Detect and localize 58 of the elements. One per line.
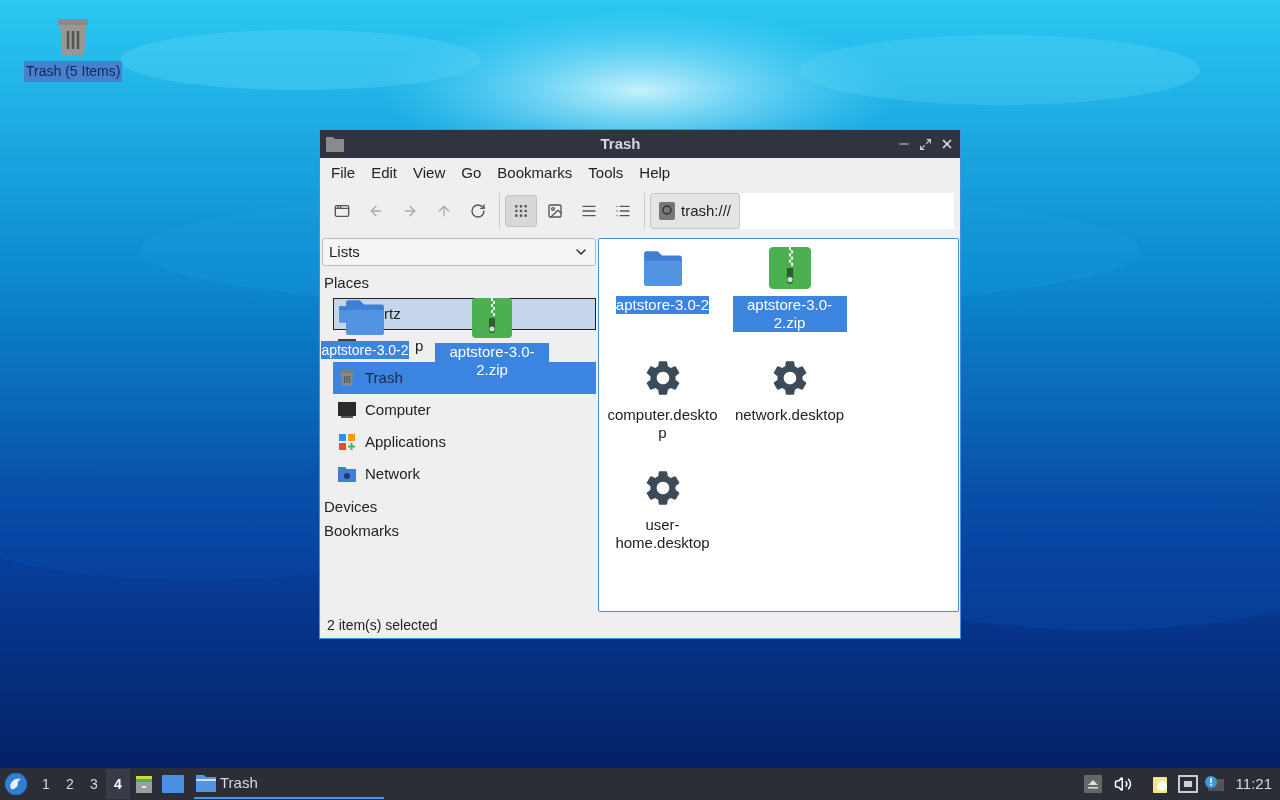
place-item[interactable]: Network [365, 462, 420, 486]
workspace-button[interactable]: 3 [82, 769, 106, 799]
apps-icon [337, 432, 357, 452]
menu-item[interactable]: Edit [363, 157, 406, 189]
menu-item[interactable]: Bookmarks [489, 157, 581, 189]
section-heading: Bookmarks [323, 521, 401, 538]
lines-icon [581, 203, 597, 219]
file-name[interactable]: network.desktop [734, 406, 845, 424]
back-arrow-icon [368, 203, 384, 219]
file-name[interactable]: computer.desktop [605, 406, 720, 442]
view-mode-button[interactable] [505, 195, 537, 227]
status-text: 2 item(s) selected [327, 615, 438, 635]
forward-arrow-icon [402, 203, 418, 219]
image-icon [547, 203, 563, 219]
archive-icon [768, 247, 811, 289]
section-heading: Devices [323, 497, 379, 514]
window-title: Trash [599, 133, 642, 154]
place-item[interactable]: p [415, 334, 424, 358]
volume-icon[interactable] [1113, 775, 1132, 793]
file-name[interactable]: aptstore-3.0-2 [615, 296, 710, 314]
trash-icon [337, 368, 357, 388]
start-menu-button[interactable] [4, 772, 28, 796]
file-name[interactable]: user-home.desktop [605, 516, 720, 552]
workspace-button[interactable]: 1 [34, 769, 58, 799]
network-icon[interactable] [1177, 775, 1198, 793]
place-item[interactable]: Applications [365, 430, 446, 454]
close-button[interactable] [940, 137, 954, 151]
menu-item[interactable]: File [323, 157, 364, 189]
window-plus-icon [334, 203, 350, 219]
menu-item[interactable]: View [405, 157, 454, 189]
section-heading: Places [323, 273, 371, 290]
trash-location-icon [659, 202, 675, 220]
folder-icon [196, 774, 216, 792]
grid-icon [513, 203, 529, 219]
file-cabinet-icon[interactable] [134, 774, 154, 794]
monitor-icon [337, 400, 357, 420]
workspace-button[interactable]: 2 [58, 769, 82, 799]
reload-icon [470, 203, 486, 219]
folder-icon [326, 136, 344, 152]
location-button[interactable]: trash:/// [650, 193, 741, 229]
archive-icon [472, 298, 512, 338]
dragged-file-name: aptstore-3.0-2.zip [435, 343, 549, 379]
side-pane-dropdown[interactable]: Lists [322, 238, 596, 266]
maximize-button[interactable] [919, 137, 932, 151]
menu-item[interactable]: Help [631, 157, 679, 189]
place-item[interactable]: Computer [365, 398, 431, 422]
eject-icon[interactable] [1083, 775, 1102, 793]
dragged-file-name: aptstore-3.0-2 [321, 341, 409, 359]
clock[interactable]: 11:21 [1235, 772, 1272, 796]
desktop-icon-label[interactable]: Trash (5 Items) [24, 61, 123, 82]
menu-item[interactable]: Go [453, 157, 490, 189]
notification-icon[interactable] [1203, 775, 1224, 793]
list-icon [615, 203, 631, 219]
menu-item[interactable]: Tools [580, 157, 632, 189]
network-folder-icon [337, 464, 357, 484]
file-name[interactable]: aptstore-3.0-2.zip [732, 296, 847, 332]
task-button[interactable]: Trash [194, 769, 384, 799]
workspace-button[interactable]: 4 [106, 769, 130, 799]
